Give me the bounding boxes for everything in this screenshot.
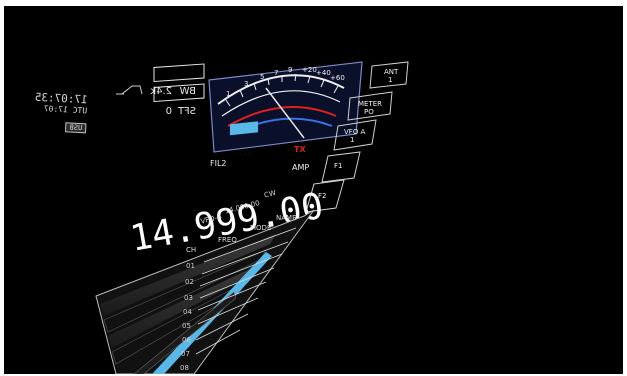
meter-scale-label: +60 <box>330 74 345 82</box>
radio-panel-stage: BW 2.4k SFT 0 1 3 5 7 9 +20 +40 +60 ANT … <box>95 61 409 374</box>
sft-label: SFT <box>177 106 196 117</box>
row-index: 07 <box>181 350 190 358</box>
meter-scale-label: 3 <box>244 80 248 88</box>
tx-indicator: TX <box>294 145 306 154</box>
row-index: 03 <box>184 294 193 302</box>
sft-value: 0 <box>166 106 172 117</box>
list-header-cell: FREQ <box>218 236 237 244</box>
amp-indicator: AMP <box>292 163 309 172</box>
fil-label: FIL2 <box>210 159 227 168</box>
bw-label: BW <box>179 86 196 97</box>
row-index: 05 <box>182 322 191 330</box>
s-meter: 1 3 5 7 9 +20 +40 +60 <box>208 61 363 153</box>
ant-button-label: ANT <box>384 68 399 76</box>
meter-scale-label: 9 <box>288 66 292 74</box>
row-index: 01 <box>186 262 195 270</box>
mode-chip-label: USB <box>236 149 252 158</box>
meter-scale-label: 1 <box>226 90 230 98</box>
ant-button-sub: 1 <box>388 76 392 84</box>
meter-scale-label: 5 <box>260 73 264 81</box>
meter-button-label: METER <box>358 100 382 108</box>
row-index: 08 <box>180 364 189 372</box>
filter-panel: BW 2.4k SFT 0 <box>116 63 205 117</box>
row-index: 04 <box>183 308 192 316</box>
meter-scale-label: 7 <box>274 69 278 77</box>
bw-value: 2.4k <box>150 86 172 97</box>
row-index: 02 <box>185 278 194 286</box>
list-header-cell: MODE <box>250 224 271 232</box>
app-window: 17:07:35 UTC 17:07 USB BW 2.4k SFT 0 1 3… <box>4 6 623 374</box>
meter-scale-label: +20 <box>302 66 317 74</box>
vfo-button-label: VFO A <box>344 128 366 136</box>
list-header-cell: NAME <box>276 214 297 222</box>
meter-scale-label: +40 <box>316 69 331 77</box>
list-header-cell: CH <box>186 246 196 254</box>
row-index: 06 <box>182 336 191 344</box>
meter-button-sub: PO <box>364 108 374 116</box>
f1-button-label: F1 <box>334 162 342 170</box>
vfo-button-sub: 1 <box>350 136 354 144</box>
bw-box[interactable] <box>153 63 205 83</box>
